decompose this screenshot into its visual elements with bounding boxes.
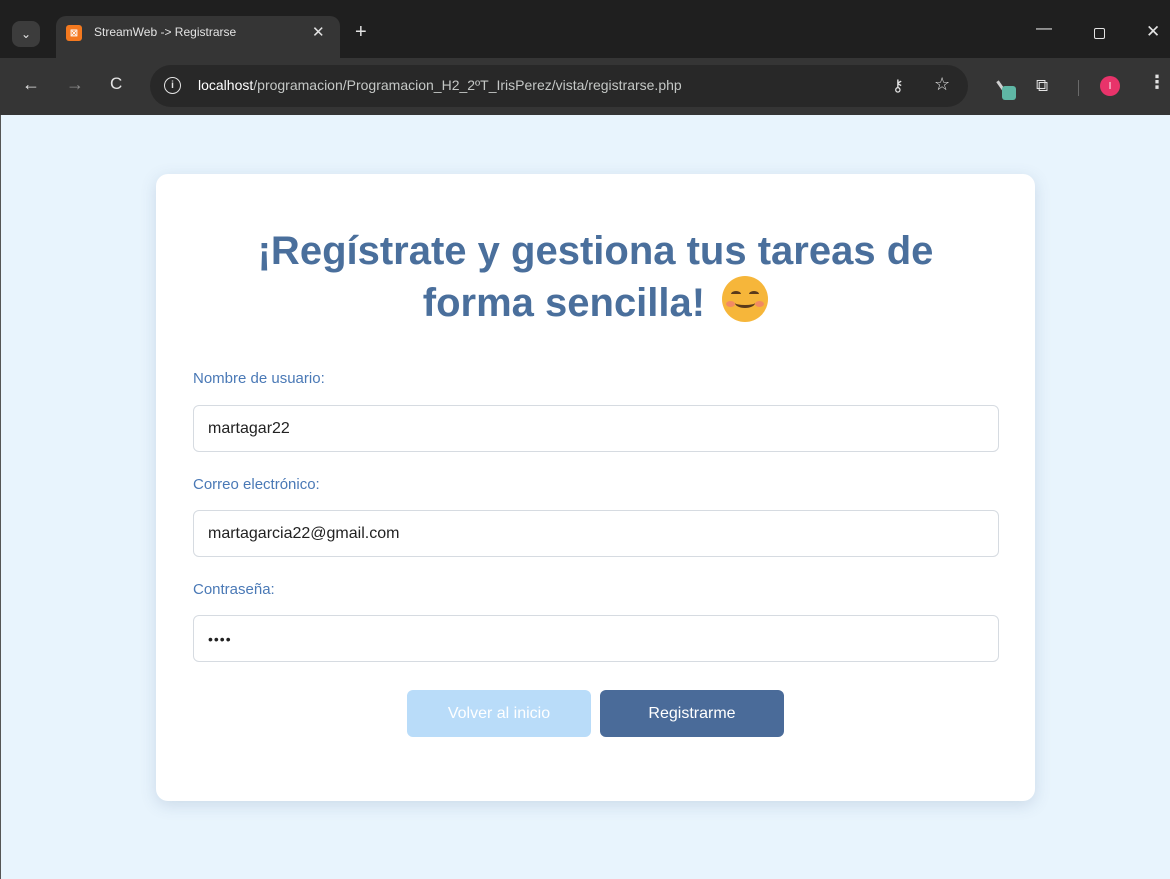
extension-icon[interactable]	[996, 78, 1020, 102]
window-close-icon[interactable]: ✕	[1146, 22, 1160, 42]
new-tab-icon[interactable]: +	[355, 22, 367, 42]
page-viewport: ¡Regístrate y gestiona tus tareas de for…	[0, 115, 1170, 879]
bookmark-star-icon[interactable]: ☆	[934, 74, 950, 95]
smiling-face-icon	[722, 276, 769, 322]
page-title: ¡Regístrate y gestiona tus tareas de for…	[156, 226, 1035, 328]
back-arrow-icon[interactable]: ←	[22, 74, 40, 95]
minimize-icon[interactable]: —	[1036, 20, 1052, 38]
back-to-home-button[interactable]: Volver al inicio	[407, 690, 591, 737]
url-text[interactable]: localhost/programacion/Programacion_H2_2…	[198, 77, 682, 93]
reload-icon[interactable]: C	[110, 74, 122, 94]
email-input[interactable]	[193, 510, 999, 557]
chevron-down-icon: ⌄	[20, 27, 32, 41]
profile-avatar[interactable]: I	[1100, 76, 1120, 96]
username-input[interactable]	[193, 405, 999, 452]
xampp-favicon-icon: ⊠	[66, 25, 82, 41]
tab-search-button[interactable]: ⌄	[12, 21, 40, 47]
password-label: Contraseña:	[193, 581, 275, 598]
page-title-line2: forma sencilla!	[422, 281, 706, 325]
email-label: Correo electrónico:	[193, 476, 320, 493]
tab-active[interactable]: ⊠ StreamWeb -> Registrarse ✕	[56, 16, 340, 58]
register-button[interactable]: Registrarme	[600, 690, 784, 737]
forward-arrow-icon[interactable]: →	[66, 74, 84, 95]
key-icon[interactable]: ⚷	[892, 76, 904, 96]
page-title-line1: ¡Regístrate y gestiona tus tareas de	[257, 229, 934, 273]
address-bar[interactable]: i localhost/programacion/Programacion_H2…	[150, 65, 968, 107]
register-card: ¡Regístrate y gestiona tus tareas de for…	[156, 174, 1035, 801]
tab-close-icon[interactable]: ✕	[312, 23, 325, 41]
extensions-puzzle-icon[interactable]: ⧉	[1036, 76, 1048, 96]
password-input[interactable]	[193, 615, 999, 662]
username-label: Nombre de usuario:	[193, 370, 325, 387]
kebab-menu-icon[interactable]: ⋮	[1148, 72, 1166, 93]
maximize-icon[interactable]	[1094, 28, 1105, 39]
url-path: /programacion/Programacion_H2_2ºT_IrisPe…	[253, 77, 682, 93]
toolbar-divider	[1078, 80, 1079, 96]
browser-toolbar: ← → C i localhost/programacion/Programac…	[0, 58, 1170, 115]
url-host: localhost	[198, 77, 254, 93]
site-info-icon[interactable]: i	[164, 77, 181, 94]
tab-strip: ⌄ ⊠ StreamWeb -> Registrarse ✕ + — ✕	[0, 0, 1170, 58]
tab-title: StreamWeb -> Registrarse	[94, 25, 237, 39]
